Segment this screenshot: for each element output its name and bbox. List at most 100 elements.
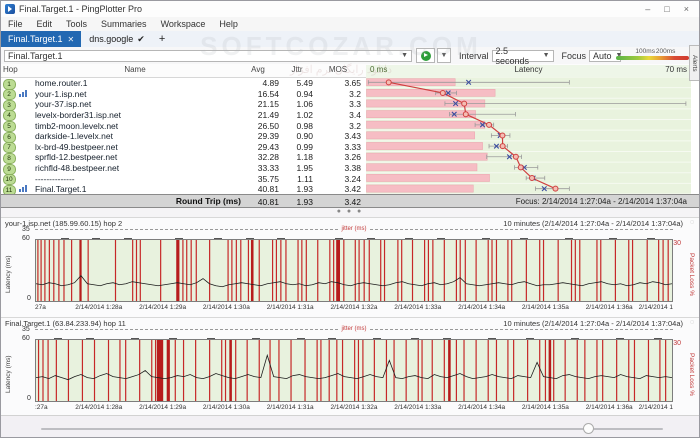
hop-jitter: 1.06 — [296, 99, 313, 110]
trace-table-body: 1 home.router.1 4.89 5.49 3.65 2 your-1.isp.ne… — [1, 77, 699, 196]
table-row[interactable]: 8 sprfld-12.bestpeer.net 32.28 1.18 3.26 — [1, 151, 699, 164]
hop-avg: 26.50 — [257, 120, 279, 131]
time-tick-label: 2/14/2014 1:32a — [330, 404, 378, 411]
y-axis-max: 60 — [22, 235, 30, 242]
menu-item-tools[interactable]: Tools — [59, 19, 94, 29]
col-hop[interactable]: Hop — [3, 65, 18, 74]
time-tick-label: 2/14/2014 1:30a — [202, 304, 250, 311]
interval-combobox[interactable]: 2.5 seconds ▼ — [491, 46, 554, 66]
round-trip-row: Round Trip (ms) 40.81 1.93 3.42 Focus: 2… — [1, 194, 699, 208]
scale-tick: 200ms — [655, 48, 676, 55]
timegraph-options-icon[interactable]: ◌ — [690, 319, 694, 326]
hop-jitter: 5.49 — [296, 78, 313, 88]
window-title: Final.Target.1 - PingPlotter Pro — [19, 4, 143, 14]
table-row[interactable]: 10 -------------- 35.75 1.11 3.24 — [1, 173, 699, 186]
target-combobox[interactable]: Final.Target.1 ▼ — [4, 49, 412, 62]
menu-item-workspace[interactable]: Workspace — [154, 19, 213, 29]
hop-name: your-37.isp.net — [35, 99, 92, 110]
timegraph-period: 10 minutes (2/14/2014 1:27:04a - 2/14/20… — [503, 319, 683, 328]
panel-splitter[interactable]: ● ● ● — [1, 208, 699, 217]
hop-mos: 3.2 — [349, 88, 361, 99]
hop-name: home.router.1 — [35, 78, 88, 88]
col-avg[interactable]: Avg — [237, 65, 279, 74]
time-tick-label: 2/14/2014 1:35a — [521, 304, 569, 311]
new-tab-button[interactable]: + — [153, 31, 171, 47]
menu-item-edit[interactable]: Edit — [30, 19, 60, 29]
menu-item-help[interactable]: Help — [212, 19, 245, 29]
hop-jitter: 0.94 — [296, 88, 313, 99]
time-tick-label: 2/14/2014 1 — [638, 304, 673, 311]
time-tick-label: 2/14/2014 1:28a — [75, 404, 123, 411]
time-axis-labels: 27a 2/14/2014 1:28a 2/14/2014 1:29a 2/14/20… — [35, 303, 673, 315]
timeline-scrollbar-handle[interactable] — [583, 423, 595, 434]
hop-name: levelx-border31.isp.net — [35, 109, 121, 120]
hop-avg: 16.54 — [257, 88, 279, 99]
tab-dns-google[interactable]: dns.google ✔ — [81, 31, 153, 47]
table-row[interactable]: 3 your-37.isp.net 21.15 1.06 3.3 — [1, 98, 699, 111]
trace-panel: Hop Name Avg Jttr MOS 0 ms Latency 70 ms… — [1, 64, 699, 208]
col-mos[interactable]: MOS — [315, 65, 361, 74]
start-trace-button[interactable] — [416, 48, 435, 63]
menu-bar: File Edit Tools Summaries Workspace Help — [1, 17, 699, 32]
hop-mos: 3.65 — [344, 78, 361, 88]
y-axis-min: 0 — [27, 295, 31, 302]
alerts-side-tab[interactable]: Alerts — [689, 45, 699, 81]
focus-label: Focus — [561, 50, 587, 61]
hop-avg: 40.81 — [257, 184, 279, 195]
tab-bar: Final.Target.1 ✕ dns.google ✔ + — [1, 31, 699, 48]
hop-jitter: 0.90 — [296, 131, 313, 142]
table-row[interactable]: 2 your-1.isp.net 16.54 0.94 3.2 — [1, 88, 699, 101]
interval-label: Interval — [459, 50, 489, 61]
chevron-down-icon: ▼ — [401, 52, 408, 59]
timeline-scrollbar-track[interactable] — [41, 423, 663, 434]
menu-item-summaries[interactable]: Summaries — [94, 19, 154, 29]
col-jttr[interactable]: Jttr — [281, 65, 313, 74]
hop-name: -------------- — [35, 173, 75, 184]
hop-jitter: 0.98 — [296, 120, 313, 131]
table-row[interactable]: 5 timb2-moon.levelx.net 26.50 0.98 3.2 — [1, 120, 699, 133]
timegraph-period: 10 minutes (2/14/2014 1:27:04a - 2/14/20… — [503, 219, 683, 228]
table-row[interactable]: 11 Final.Target.1 40.81 1.93 3.42 — [1, 183, 699, 196]
time-axis-labels: :27a 2/14/2014 1:28a 2/14/2014 1:29a 2/14/2… — [35, 403, 673, 415]
hop-avg: 29.39 — [257, 131, 279, 142]
timegraph-plot[interactable] — [35, 239, 673, 302]
app-window: Final.Target.1 - PingPlotter Pro – □ × F… — [0, 0, 700, 438]
table-row[interactable]: 4 levelx-border31.isp.net 21.49 1.02 3.4 — [1, 109, 699, 122]
tab-final-target[interactable]: Final.Target.1 ✕ — [1, 31, 82, 47]
timegraph-options-icon[interactable]: ◌ — [690, 219, 694, 226]
latency-axis-label: Latency (ms) — [5, 255, 12, 293]
table-row[interactable]: 7 lx-brd-49.bestpeer.net 29.43 0.99 3.33 — [1, 141, 699, 154]
scale-tick: 100ms — [635, 48, 655, 55]
interval-value: 2.5 seconds — [495, 45, 530, 66]
latency-gradient-bar — [616, 56, 689, 60]
table-row[interactable]: 9 richfld-48.bestpeer.net 33.33 1.95 3.38 — [1, 162, 699, 175]
loss-axis-max: 30 — [673, 340, 681, 347]
close-button[interactable]: × — [684, 4, 689, 14]
hop-name: Final.Target.1 — [35, 184, 87, 195]
jitter-max-label: 35 — [22, 226, 30, 233]
menu-item-file[interactable]: File — [1, 19, 30, 29]
hop-jitter: 1.93 — [296, 184, 313, 195]
timeline-scroll-area — [1, 415, 699, 437]
hop-mos: 3.42 — [344, 184, 361, 195]
col-name[interactable]: Name — [35, 65, 235, 74]
start-options-dropdown[interactable]: ▼ — [437, 48, 451, 63]
time-tick-label: 2/14/2014 1 — [638, 404, 673, 411]
hop-jitter: 1.11 — [297, 173, 313, 184]
time-tick-label: 2/14/2014 1:34a — [458, 404, 506, 411]
minimize-button[interactable]: – — [645, 4, 650, 14]
focus-range-text: Focus: 2/14/2014 1:27:04a - 2/14/2014 1:… — [515, 196, 687, 206]
maximize-button[interactable]: □ — [664, 4, 669, 14]
hop-mos: 3.26 — [344, 152, 361, 163]
timegraph-hop11: Final.Target.1 (63.84.233.94) hop 11 10 m… — [1, 317, 699, 417]
y-axis-min: 0 — [27, 395, 31, 402]
tab-close-icon[interactable]: ✕ — [68, 35, 75, 44]
hop-name: sprfld-12.bestpeer.net — [35, 152, 118, 163]
table-row[interactable]: 6 darkside-1.levelx.net 29.39 0.90 3.43 — [1, 130, 699, 143]
title-bar: Final.Target.1 - PingPlotter Pro – □ × — [1, 1, 699, 18]
hop-jitter: 1.95 — [296, 163, 313, 174]
tab-label: dns.google — [89, 34, 134, 44]
timegraph-plot[interactable] — [35, 339, 673, 402]
table-row[interactable]: 1 home.router.1 4.89 5.49 3.65 — [1, 77, 699, 90]
hop-mos: 3.4 — [349, 109, 361, 120]
